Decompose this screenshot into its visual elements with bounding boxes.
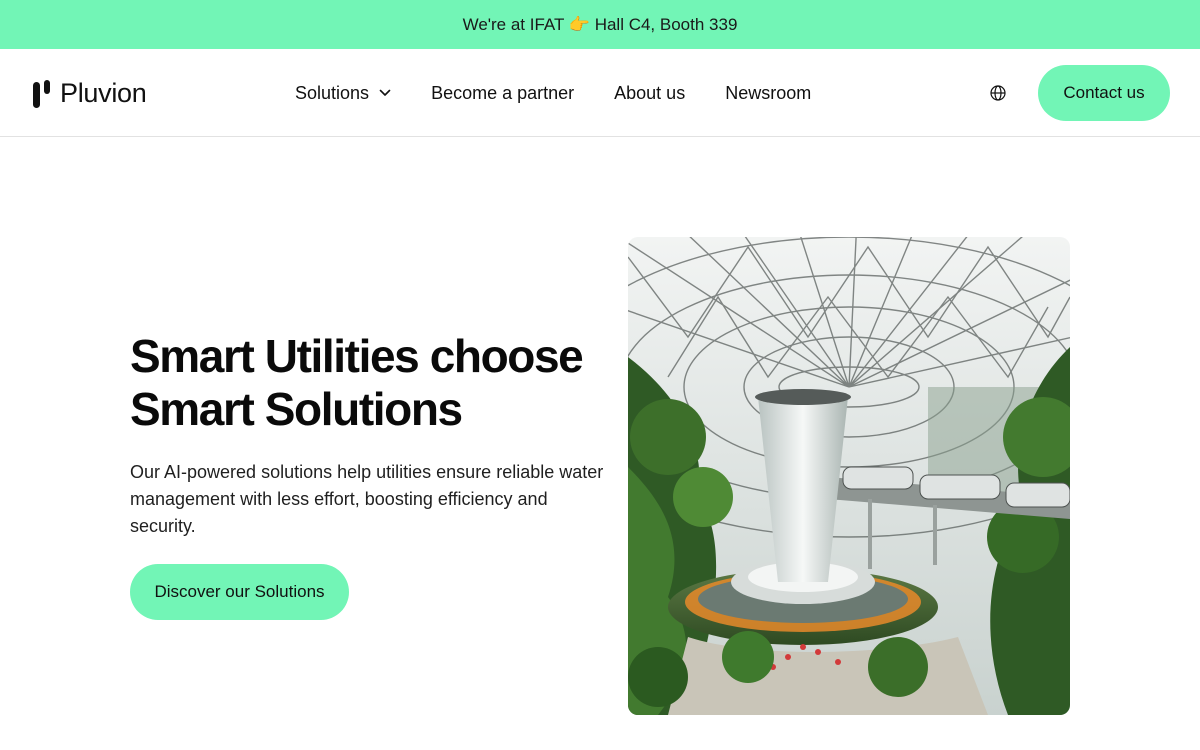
nav-solutions-dropdown[interactable]: Solutions bbox=[295, 83, 391, 104]
hero-title-line-2: Smart Solutions bbox=[130, 383, 463, 435]
main-nav: Solutions Become a partner About us News… bbox=[295, 49, 811, 137]
nav-solutions-label: Solutions bbox=[295, 82, 370, 103]
nav-newsroom[interactable]: Newsroom bbox=[725, 83, 811, 104]
announcement-link[interactable]: We're at IFAT 👉 Hall C4, Booth 339 bbox=[463, 15, 738, 35]
announcement-bar: We're at IFAT 👉 Hall C4, Booth 339 bbox=[0, 0, 1200, 49]
discover-solutions-button[interactable]: Discover our Solutions bbox=[130, 564, 349, 620]
waterfall-dome-illustration bbox=[628, 237, 1070, 715]
hero-title-line-1: Smart Utilities choose bbox=[130, 330, 584, 382]
hero-image bbox=[628, 237, 1070, 715]
pluvion-logo-icon bbox=[33, 79, 50, 108]
contact-us-button[interactable]: Contact us bbox=[1038, 65, 1170, 121]
chevron-down-icon bbox=[379, 89, 391, 96]
hero-title: Smart Utilities choose Smart Solutions bbox=[130, 330, 610, 436]
nav-about-us[interactable]: About us bbox=[614, 83, 685, 104]
logo-link[interactable]: Pluvion bbox=[33, 78, 147, 109]
language-selector[interactable] bbox=[988, 83, 1008, 103]
site-header: Pluvion Solutions Become a partner About… bbox=[0, 49, 1200, 137]
logo-text: Pluvion bbox=[60, 78, 147, 108]
hero-description: Our AI-powered solutions help utilities … bbox=[130, 462, 604, 536]
globe-icon bbox=[990, 85, 1006, 101]
nav-become-partner[interactable]: Become a partner bbox=[431, 83, 574, 104]
